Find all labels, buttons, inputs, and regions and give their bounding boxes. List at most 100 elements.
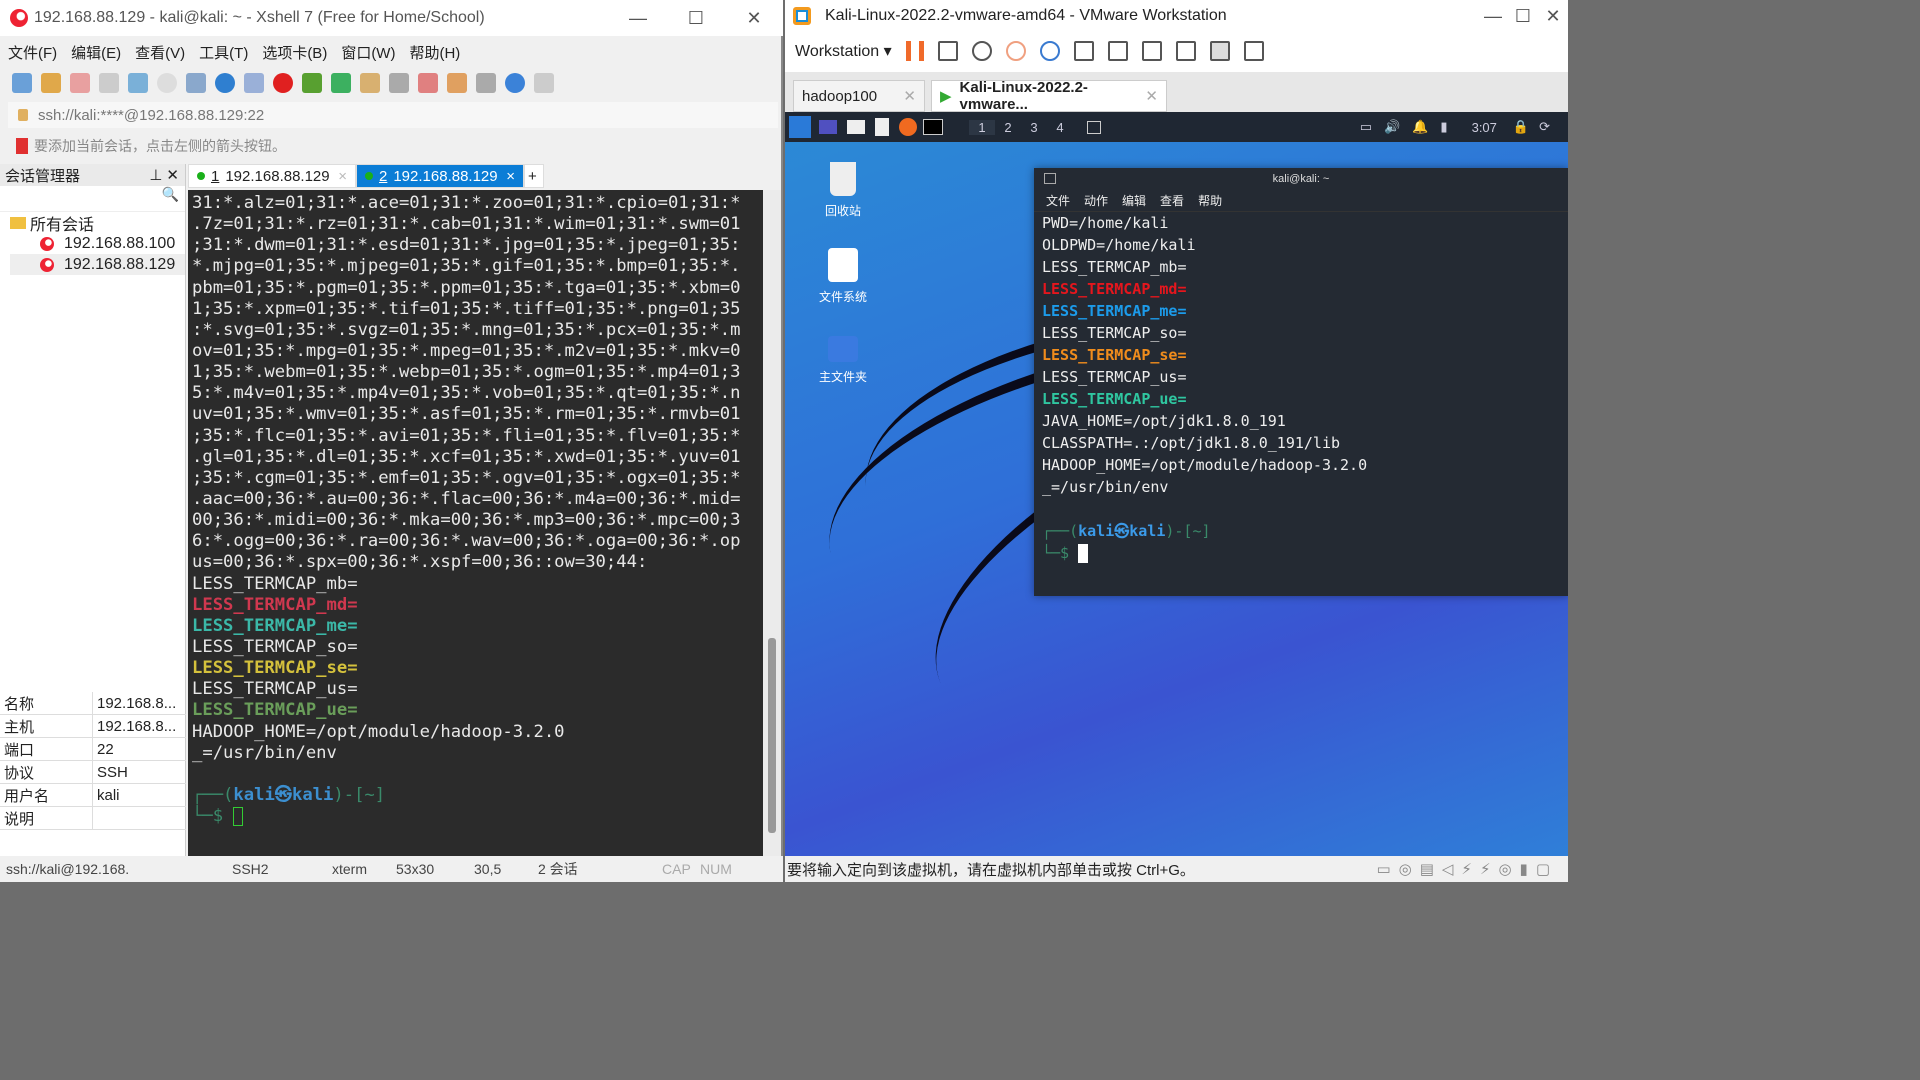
- show-desktop-icon[interactable]: [819, 120, 837, 134]
- minimize-button[interactable]: —: [609, 0, 667, 36]
- terminal-line: HADOOP_HOME=/opt/module/hadoop-3.2.0: [1042, 456, 1368, 474]
- console-view-icon[interactable]: [1209, 41, 1230, 61]
- menu-view[interactable]: 查看(V): [135, 42, 185, 63]
- terminal-line: LESS_TERMCAP_so=: [1042, 324, 1187, 342]
- font-icon[interactable]: [244, 73, 264, 93]
- connect-icon[interactable]: [70, 73, 90, 93]
- address-bar[interactable]: ssh://kali:****@192.168.88.129:22: [8, 102, 778, 128]
- terminal-task-icon[interactable]: [1087, 120, 1101, 134]
- add-folder-icon[interactable]: [447, 73, 467, 93]
- kali-terminal-window[interactable]: kali@kali: ~ 文件 动作 编辑 查看 帮助 PWD=/home/ka…: [1034, 168, 1568, 596]
- lock-icon[interactable]: [360, 73, 380, 93]
- file-manager-icon[interactable]: [847, 120, 865, 134]
- terminal-scrollbar[interactable]: [763, 190, 781, 856]
- pin-close-icons[interactable]: ⊥ ✕: [149, 166, 179, 184]
- maximize-button[interactable]: ☐: [1508, 0, 1538, 32]
- transfer-icon[interactable]: [186, 73, 206, 93]
- vm-display[interactable]: 1 2 3 4 ▭🔊🔔▮ 3:07 🔒⟳ 回收站 文件系统 主文件夹 kali@…: [785, 112, 1568, 856]
- fullscreen-icon[interactable]: [1141, 41, 1162, 61]
- workspace-1[interactable]: 1: [969, 119, 995, 135]
- workspace-3[interactable]: 3: [1021, 120, 1047, 135]
- prop-value: SSH: [97, 763, 128, 781]
- menu-help[interactable]: 帮助: [1198, 192, 1222, 209]
- kali-menu-icon[interactable]: [789, 116, 811, 138]
- menu-file[interactable]: 文件: [1046, 192, 1070, 209]
- tray-icons[interactable]: ▭🔊🔔▮: [1360, 119, 1460, 135]
- xshell-icon[interactable]: [273, 73, 293, 93]
- clock[interactable]: 3:07: [1472, 120, 1497, 135]
- minimize-button[interactable]: —: [1478, 0, 1508, 32]
- menu-actions[interactable]: 动作: [1084, 192, 1108, 209]
- fullscreen-icon[interactable]: [331, 73, 351, 93]
- disconnect-icon[interactable]: [99, 73, 119, 93]
- new-session-icon[interactable]: [12, 73, 32, 93]
- tab-session-1[interactable]: 1 192.168.88.129 ×: [188, 164, 356, 188]
- revert-snapshot-icon[interactable]: [1005, 41, 1026, 61]
- stretch-icon[interactable]: [1243, 41, 1264, 61]
- highlight-icon[interactable]: [418, 73, 438, 93]
- session-search-input[interactable]: 🔍: [0, 186, 185, 212]
- workstation-menu[interactable]: Workstation ▾: [795, 41, 892, 61]
- library-view-icon[interactable]: [1073, 41, 1094, 61]
- desktop-icon-home[interactable]: 主文件夹: [803, 336, 883, 385]
- help-icon[interactable]: [505, 73, 525, 93]
- firefox-icon[interactable]: [899, 118, 917, 136]
- layout-icon[interactable]: [476, 73, 496, 93]
- menu-help[interactable]: 帮助(H): [409, 42, 460, 63]
- desktop-icon-filesystem[interactable]: 文件系统: [803, 248, 883, 305]
- workspace-2[interactable]: 2: [995, 120, 1021, 135]
- workspace-4[interactable]: 4: [1047, 120, 1073, 135]
- session-item[interactable]: 192.168.88.100: [10, 233, 185, 254]
- open-folder-icon[interactable]: [41, 73, 61, 93]
- tab-close-icon[interactable]: ✕: [903, 87, 916, 105]
- xftp-icon[interactable]: [302, 73, 322, 93]
- search-icon[interactable]: [157, 73, 177, 93]
- device-icons[interactable]: ▭◎▤◁⚡⚡◎▮▢: [1376, 860, 1558, 878]
- tab-close-icon[interactable]: ×: [506, 168, 515, 185]
- text-editor-icon[interactable]: [875, 118, 889, 136]
- prompt-input-line[interactable]: └─$: [1042, 542, 1568, 564]
- close-button[interactable]: ✕: [1538, 0, 1568, 32]
- scrollbar-thumb[interactable]: [768, 638, 776, 833]
- menu-tools[interactable]: 工具(T): [199, 42, 248, 63]
- session-hint: 要添加当前会话，点击左侧的箭头按钮。: [16, 136, 286, 156]
- terminal-launcher-icon[interactable]: [923, 119, 943, 135]
- globe-icon[interactable]: [215, 73, 235, 93]
- bookmark-icon[interactable]: [16, 138, 28, 154]
- tab-hadoop100[interactable]: hadoop100 ✕: [793, 80, 925, 112]
- close-button[interactable]: ✕: [725, 0, 783, 36]
- terminal-output[interactable]: 31:*.alz=01;31:*.ace=01;31:*.zoo=01;31:*…: [188, 190, 763, 856]
- menu-view[interactable]: 查看: [1160, 192, 1184, 209]
- terminal-line: ov=01;35:*.mpg=01;35:*.mpeg=01;35:*.m2v=…: [192, 340, 741, 361]
- snapshot-icon[interactable]: [971, 41, 992, 61]
- chat-icon[interactable]: [534, 73, 554, 93]
- unity-icon[interactable]: [1175, 41, 1196, 61]
- tree-root[interactable]: 所有会话: [10, 212, 185, 234]
- menu-file[interactable]: 文件(F): [8, 42, 57, 63]
- kali-terminal-titlebar: kali@kali: ~: [1034, 168, 1568, 190]
- maximize-button[interactable]: ☐: [667, 0, 725, 36]
- snapshot-manager-icon[interactable]: [1039, 41, 1060, 61]
- lock-power-icons[interactable]: 🔒⟳: [1513, 119, 1560, 135]
- kali-terminal-output[interactable]: PWD=/home/kali OLDPWD=/home/kali LESS_TERM…: [1034, 212, 1568, 564]
- tab-close-icon[interactable]: ✕: [1145, 87, 1158, 105]
- properties-icon[interactable]: [128, 73, 148, 93]
- terminal-line: 00;36:*.midi=00;36:*.mka=00;36:*.mp3=00;…: [192, 510, 741, 531]
- menu-edit[interactable]: 编辑(E): [71, 42, 121, 63]
- menu-window[interactable]: 窗口(W): [341, 42, 395, 63]
- menu-edit[interactable]: 编辑: [1122, 192, 1146, 209]
- desktop-icon-trash[interactable]: 回收站: [803, 162, 883, 219]
- thumbnail-view-icon[interactable]: [1107, 41, 1128, 61]
- status-sessions[interactable]: 2 会话: [538, 859, 662, 879]
- prompt-input-line[interactable]: └─$: [192, 806, 763, 827]
- tab-kali[interactable]: ▶ Kali-Linux-2022.2-vmware... ✕: [931, 79, 1167, 113]
- new-tab-button[interactable]: +: [524, 164, 544, 188]
- send-keys-icon[interactable]: [937, 41, 958, 61]
- session-item[interactable]: 192.168.88.129: [10, 254, 185, 275]
- tab-close-icon[interactable]: ×: [338, 168, 347, 185]
- keyboard-icon[interactable]: [389, 73, 409, 93]
- menu-tabs[interactable]: 选项卡(B): [262, 42, 327, 63]
- tab-session-2[interactable]: 2 192.168.88.129 ×: [356, 164, 524, 188]
- pause-icon[interactable]: [905, 41, 924, 61]
- tab-label: Kali-Linux-2022.2-vmware...: [959, 79, 1088, 113]
